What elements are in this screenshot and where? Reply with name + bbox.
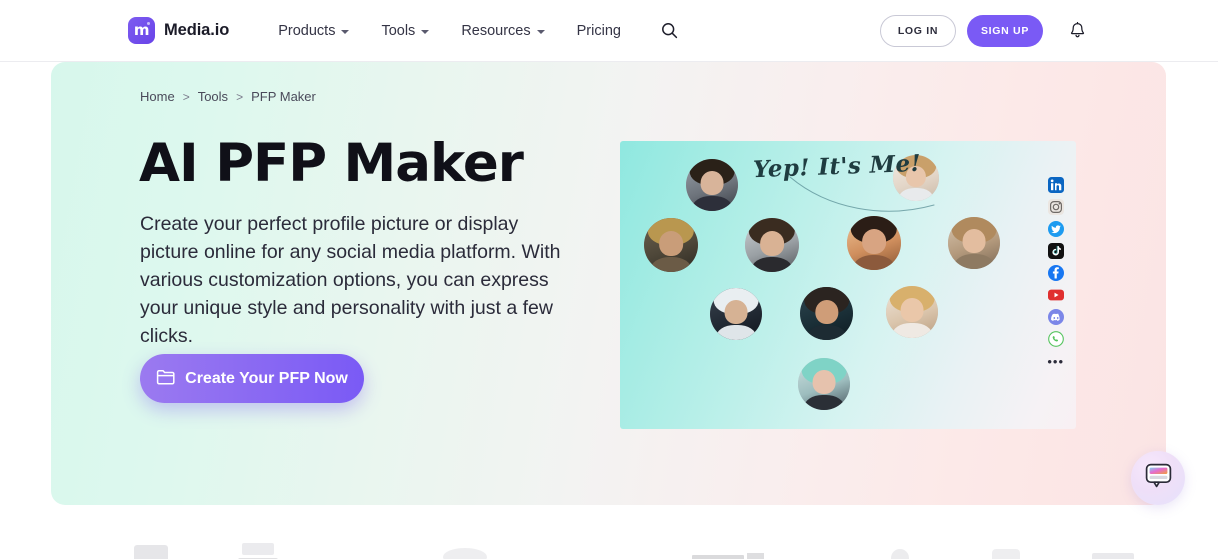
instagram-icon[interactable] [1047,199,1064,215]
nav-item-pricing[interactable]: Pricing [561,0,637,62]
avatar-head [760,230,784,256]
signup-button[interactable]: SIGN UP [967,14,1043,47]
logo-m-glyph: m [133,21,150,39]
partner-logo-ghost [134,545,168,559]
discord-icon[interactable] [1047,309,1064,325]
avatar-body [853,254,895,270]
avatar-woman-curly [948,217,1000,269]
chat-widget-button[interactable] [1131,451,1185,505]
avatar-body [692,196,732,211]
nav-label: Products [278,22,336,39]
youtube-icon[interactable] [1047,287,1064,303]
facebook-icon[interactable] [1047,265,1064,281]
hero-description: Create your perfect profile picture or d… [140,213,561,348]
swoosh-line-icon [789,176,935,212]
avatar-woman-warm [847,216,901,270]
more-socials-icon[interactable]: ••• [1047,355,1064,368]
login-button[interactable]: LOG IN [880,14,956,47]
avatar-head [659,230,683,256]
nav-item-products[interactable]: Products [262,0,365,62]
avatar-man-tank [745,218,799,272]
create-pfp-label: Create Your PFP Now [185,369,348,387]
header-actions: LOG IN SIGN UP [880,14,1090,47]
breadcrumb-separator: > [182,89,190,104]
avatar-head [812,370,836,395]
hero-illustration: Yep! It's Me! ••• [620,141,1076,429]
avatar-warrior [644,218,698,272]
brand-logo[interactable]: m Media.io [128,17,229,44]
site-header: m Media.io Products Tools Resources Pric… [0,0,1218,62]
logo-dot [147,22,150,25]
chevron-down-icon [421,29,430,34]
chevron-down-icon [536,29,545,34]
chevron-down-icon [341,29,350,34]
breadcrumb: Home > Tools > PFP Maker [140,89,316,104]
create-pfp-button[interactable]: Create Your PFP Now [140,354,364,403]
social-icon-rail: ••• [1047,177,1064,368]
media-io-logo-icon: m [128,17,155,44]
avatar-woman-teal [798,358,850,410]
partner-logo-ghost [238,543,278,559]
avatar-woman-golden [886,286,938,338]
avatar-body [954,254,994,269]
avatar-head [724,300,748,325]
avatar-astronaut [710,288,762,340]
chat-bubble-icon [1145,463,1172,493]
nav-item-resources[interactable]: Resources [445,0,560,62]
twitter-icon[interactable] [1047,221,1064,237]
avatar-body [804,395,844,410]
nav-label: Resources [461,22,531,39]
nav-label: Tools [381,22,416,39]
notification-bell-icon[interactable] [1064,16,1090,46]
breadcrumb-home[interactable]: Home [140,89,175,104]
page-title: AI PFP Maker [139,133,524,194]
main-navigation: Products Tools Resources Pricing [262,0,685,62]
avatar-head [962,229,986,254]
avatar-man-suit [686,159,738,211]
whatsapp-icon[interactable] [1047,331,1064,347]
partner-logo-ghost [992,549,1020,559]
avatar-head [862,228,886,254]
avatar-body [716,325,756,340]
partner-logo-ghost [443,548,487,559]
brand-name: Media.io [164,21,230,39]
breadcrumb-separator: > [236,89,244,104]
partner-logo-ghost [891,549,909,559]
avatar-body [892,323,932,338]
search-icon[interactable] [655,16,685,46]
partner-logo-ghost [692,553,764,559]
avatar-head [814,299,839,325]
breadcrumb-current: PFP Maker [251,89,316,104]
nav-item-tools[interactable]: Tools [365,0,445,62]
avatar-body [751,256,793,272]
partner-logo-ghost [1092,553,1134,559]
avatar-body [650,256,692,272]
breadcrumb-tools[interactable]: Tools [198,89,228,104]
partner-logo-strip [0,536,1218,559]
folder-icon [156,369,175,388]
tiktok-icon[interactable] [1047,243,1064,259]
avatar-woman-neon [800,287,853,340]
hero-section: Home > Tools > PFP Maker AI PFP Maker Cr… [51,62,1166,505]
avatar-head [700,171,724,196]
nav-label: Pricing [576,22,621,39]
avatar-head [900,298,924,323]
linkedin-icon[interactable] [1047,177,1064,193]
